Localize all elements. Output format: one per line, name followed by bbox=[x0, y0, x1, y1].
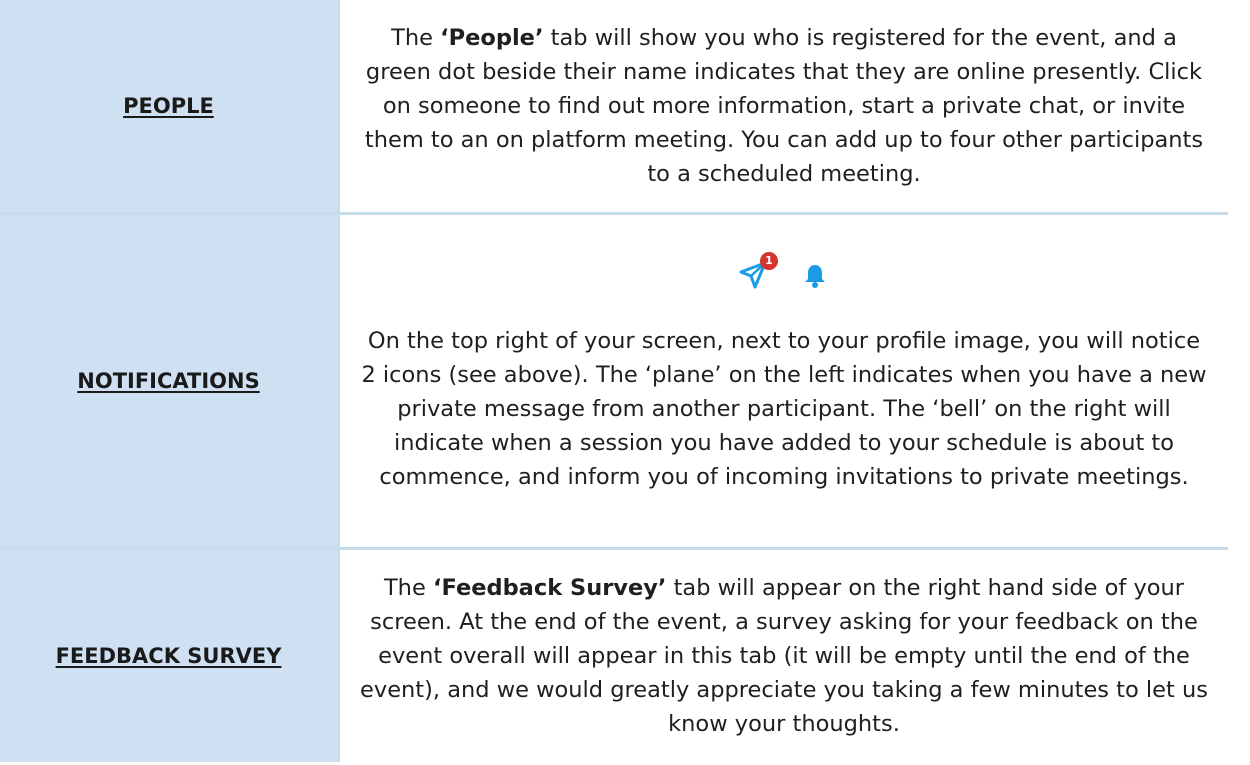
notifications-link[interactable]: NOTIFICATIONS bbox=[77, 369, 259, 393]
icon-strip: 1 bbox=[358, 250, 1210, 300]
label-cell-people: PEOPLE bbox=[0, 0, 340, 214]
desc-bold-text: ‘People’ bbox=[440, 25, 544, 51]
table-row-feedback: FEEDBACK SURVEY The ‘Feedback Survey’ ta… bbox=[0, 547, 1228, 762]
notification-badge: 1 bbox=[760, 252, 778, 270]
label-cell-notifications: NOTIFICATIONS bbox=[0, 212, 340, 549]
description-notifications: 1 On the top right of your screen, next … bbox=[338, 212, 1228, 549]
table-row-people: PEOPLE The ‘People’ tab will show you wh… bbox=[0, 0, 1228, 214]
bell-icon bbox=[800, 260, 830, 290]
description-feedback: The ‘Feedback Survey’ tab will appear on… bbox=[338, 547, 1228, 762]
desc-text: The bbox=[391, 25, 441, 51]
bell-svg bbox=[805, 265, 825, 288]
description-people: The ‘People’ tab will show you who is re… bbox=[338, 0, 1228, 214]
desc-text: On the top right of your screen, next to… bbox=[361, 328, 1207, 490]
paper-plane-icon: 1 bbox=[738, 252, 778, 290]
feedback-survey-link[interactable]: FEEDBACK SURVEY bbox=[56, 644, 282, 668]
table-row-notifications: NOTIFICATIONS 1 On the top right of your… bbox=[0, 212, 1228, 549]
desc-bold-text: ‘Feedback Survey’ bbox=[432, 575, 667, 601]
label-cell-feedback: FEEDBACK SURVEY bbox=[0, 547, 340, 762]
desc-text: The bbox=[383, 575, 433, 601]
guide-table: PEOPLE The ‘People’ tab will show you wh… bbox=[0, 0, 1228, 762]
people-link[interactable]: PEOPLE bbox=[123, 94, 214, 118]
